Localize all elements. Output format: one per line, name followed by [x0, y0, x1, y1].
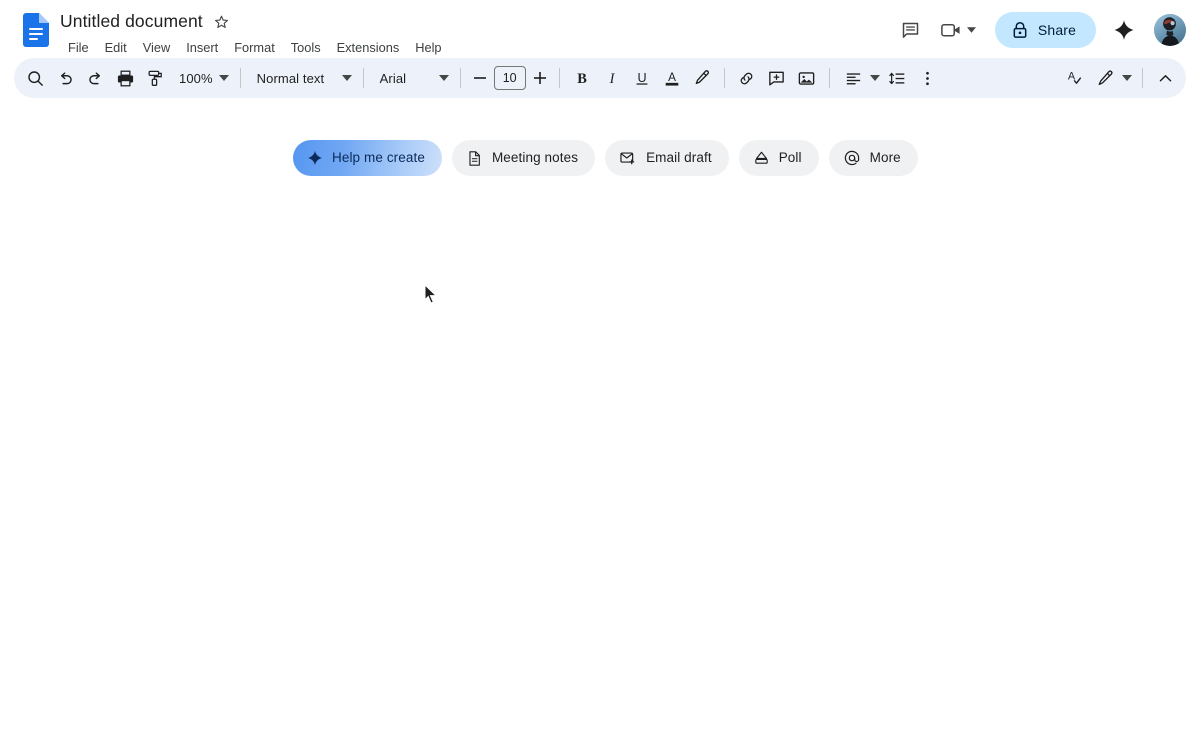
toolbar-divider — [828, 68, 830, 88]
header-left: Untitled document File Edit View Insert … — [60, 8, 893, 59]
caret-down-icon — [967, 27, 977, 33]
underline-button[interactable]: U — [627, 63, 657, 93]
comment-history-icon[interactable] — [893, 12, 929, 48]
link-icon[interactable] — [732, 63, 762, 93]
chip-label: Meeting notes — [491, 150, 579, 165]
at-sign-icon — [843, 149, 861, 167]
caret-down-icon — [869, 75, 880, 81]
menu-item-edit[interactable]: Edit — [97, 36, 135, 59]
header-actions: Share — [893, 8, 1188, 52]
toolbar-divider — [723, 68, 725, 88]
editing-mode-pencil-icon[interactable] — [1089, 63, 1119, 93]
menu-item-tools[interactable]: Tools — [283, 36, 329, 59]
insert-image-icon[interactable] — [792, 63, 822, 93]
undo-arrow-icon[interactable] — [50, 63, 80, 93]
align-left-icon[interactable] — [837, 63, 867, 93]
menu-item-format[interactable]: Format — [226, 36, 283, 59]
align-dropdown-button[interactable] — [867, 63, 883, 93]
menu-item-extensions[interactable]: Extensions — [329, 36, 408, 59]
share-button[interactable]: Share — [994, 12, 1096, 48]
star-outline-icon[interactable] — [213, 12, 231, 30]
caret-down-icon — [1122, 75, 1132, 81]
font-size-stepper — [468, 65, 552, 91]
menu-item-view[interactable]: View — [135, 36, 179, 59]
chip-label: Poll — [778, 150, 802, 165]
email-plus-icon — [619, 149, 637, 167]
chip-label: Email draft — [646, 150, 712, 165]
docs-file-icon[interactable] — [20, 10, 52, 50]
bold-button[interactable]: B — [567, 63, 597, 93]
text-color-icon[interactable]: A — [657, 63, 687, 93]
font-size-increase-button[interactable] — [528, 65, 552, 91]
arrow-cursor — [424, 284, 438, 305]
font-size-decrease-button[interactable] — [468, 65, 492, 91]
toolbar-container: 100% Normal text Arial 10 B I U A A — [0, 58, 1200, 98]
document-canvas[interactable]: Help me create Meeting notes Email draft… — [0, 98, 1200, 750]
sparkle-icon — [307, 150, 323, 166]
zoom-level-value: 100% — [179, 70, 213, 86]
chip-help-me-create[interactable]: Help me create — [293, 140, 442, 176]
document-lines-icon — [466, 150, 483, 167]
chip-meeting-notes[interactable]: Meeting notes — [451, 140, 596, 176]
toolbar-divider — [1142, 68, 1143, 88]
svg-text:B: B — [577, 71, 587, 87]
search-icon[interactable] — [20, 63, 50, 93]
chip-more[interactable]: More — [828, 140, 918, 176]
paragraph-style-dropdown[interactable]: Normal text — [248, 64, 356, 92]
menu-item-file[interactable]: File — [60, 36, 97, 59]
menu-bar: File Edit View Insert Format Tools Exten… — [60, 35, 893, 59]
toolbar-divider — [239, 68, 241, 88]
font-family-value: Arial — [379, 70, 407, 86]
menu-item-help[interactable]: Help — [407, 36, 449, 59]
highlight-pen-icon[interactable] — [687, 63, 717, 93]
svg-text:I: I — [608, 71, 615, 87]
zoom-level-dropdown[interactable]: 100% — [170, 64, 233, 92]
italic-button[interactable]: I — [597, 63, 627, 93]
formatting-toolbar: 100% Normal text Arial 10 B I U A A — [14, 58, 1186, 98]
poll-icon — [753, 150, 770, 167]
font-family-dropdown[interactable]: Arial — [371, 64, 453, 92]
paint-roller-icon[interactable] — [140, 63, 170, 93]
share-label: Share — [1037, 22, 1076, 38]
toolbar-divider — [459, 68, 461, 88]
caret-down-icon — [341, 75, 352, 81]
app-header: Untitled document File Edit View Insert … — [0, 0, 1200, 58]
lock-icon — [1012, 21, 1028, 39]
chip-email-draft[interactable]: Email draft — [605, 140, 729, 176]
svg-text:A: A — [668, 71, 676, 84]
title-row: Untitled document — [60, 8, 893, 34]
line-spacing-icon[interactable] — [883, 63, 913, 93]
smart-chips-row: Help me create Meeting notes Email draft… — [0, 140, 1200, 176]
caret-down-icon — [438, 75, 449, 81]
caret-down-icon — [218, 75, 229, 81]
spellcheck-icon[interactable]: A — [1059, 63, 1089, 93]
toolbar-divider — [558, 68, 560, 88]
chip-label: More — [869, 150, 901, 165]
chip-poll[interactable]: Poll — [738, 140, 819, 176]
svg-text:U: U — [637, 71, 646, 85]
menu-item-insert[interactable]: Insert — [178, 36, 226, 59]
sparkle-icon[interactable] — [1106, 12, 1142, 48]
font-size-input[interactable] — [493, 66, 526, 90]
video-camera-icon[interactable] — [933, 12, 985, 48]
printer-icon[interactable] — [110, 63, 140, 93]
paragraph-style-value: Normal text — [256, 70, 325, 86]
avatar[interactable] — [1154, 14, 1186, 46]
redo-arrow-icon[interactable] — [80, 63, 110, 93]
chip-label: Help me create — [332, 150, 425, 165]
more-vertical-icon[interactable] — [913, 63, 943, 93]
toolbar-divider — [362, 68, 364, 88]
add-comment-icon[interactable] — [762, 63, 792, 93]
editing-mode-dropdown-button[interactable] — [1119, 63, 1135, 93]
page-title[interactable]: Untitled document — [60, 8, 203, 34]
chevron-up-icon[interactable] — [1150, 63, 1180, 93]
